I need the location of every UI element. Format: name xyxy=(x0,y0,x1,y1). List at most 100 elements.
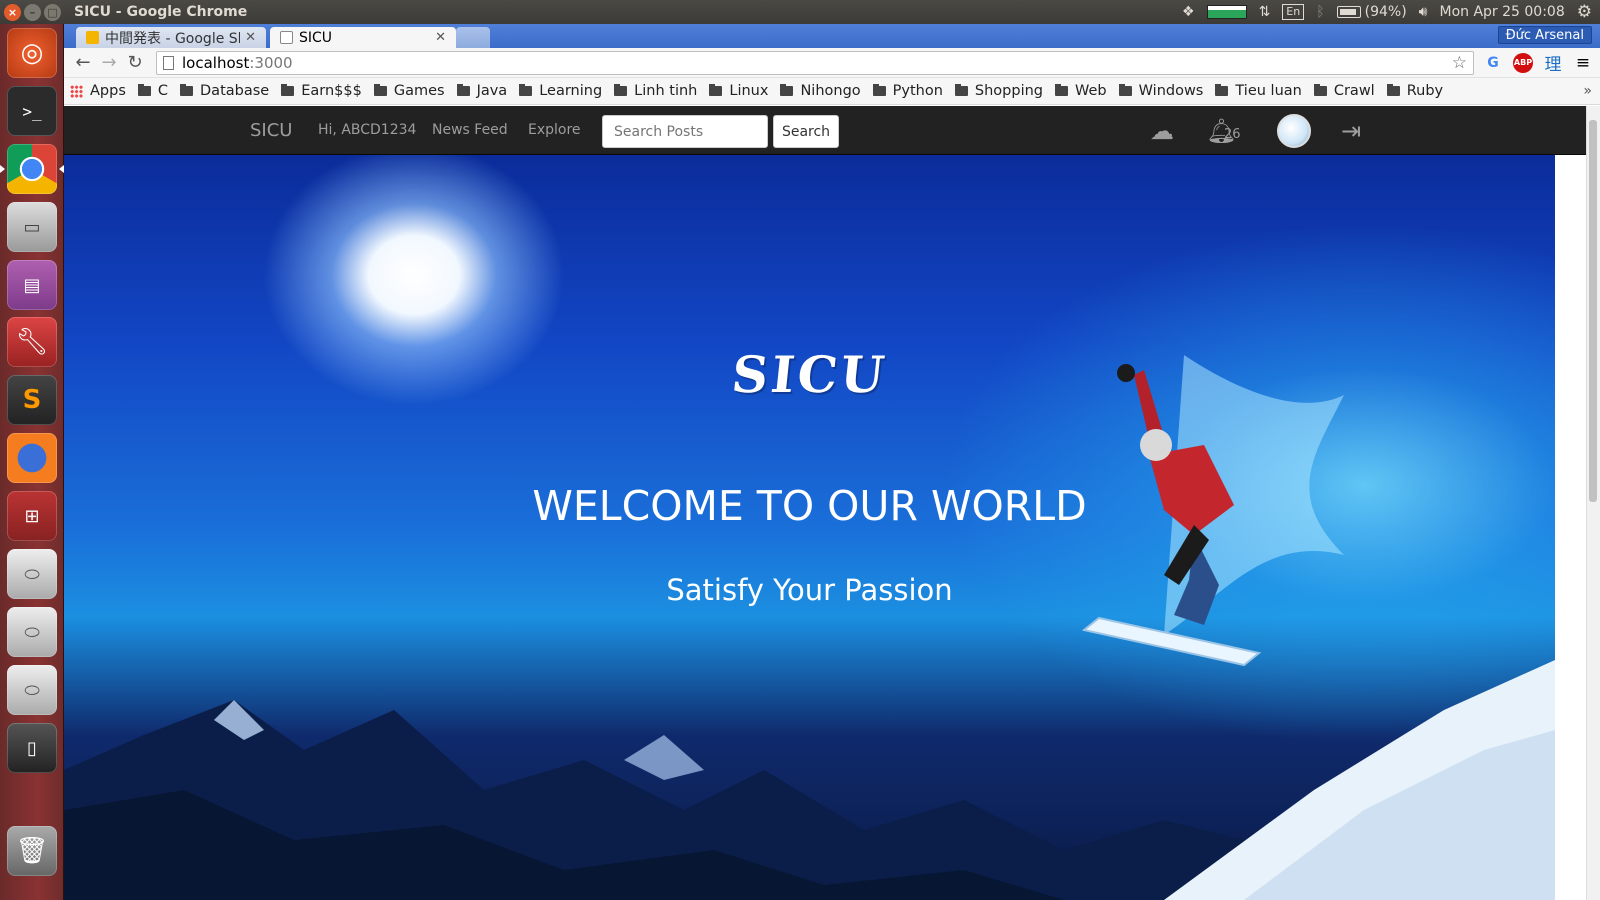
battery-indicator[interactable]: (94%) xyxy=(1336,4,1407,20)
system-settings-icon[interactable]: 🔧︎ xyxy=(7,317,57,367)
bookmark-folder[interactable]: Web xyxy=(1055,83,1107,99)
top-panel: × – □ SICU - Google Chrome ❖ ⇅ En ᛒ (94%… xyxy=(0,0,1600,24)
bookmark-folder[interactable]: Games xyxy=(373,83,445,99)
chrome-icon[interactable] xyxy=(0,144,64,194)
folder-icon xyxy=(137,84,151,96)
bookmark-folder[interactable]: Tieu luan xyxy=(1215,83,1302,99)
bookmark-folder[interactable]: Database xyxy=(180,83,269,99)
sublime-text-icon[interactable]: S xyxy=(7,375,57,425)
search-posts-input[interactable] xyxy=(602,115,768,148)
hero-banner: SICU WELCOME TO OUR WORLD Satisfy Your P… xyxy=(64,155,1555,900)
terminal-icon[interactable]: >_ xyxy=(7,86,57,136)
back-arrow-icon[interactable]: ← xyxy=(70,50,96,76)
search-button[interactable]: Search xyxy=(773,115,839,148)
logout-icon[interactable]: ⇥ xyxy=(1341,117,1361,145)
system-indicators: ❖ ⇅ En ᛒ (94%) 🔊︎ Mon Apr 25 00:08 ⚙ xyxy=(1182,0,1592,24)
folder-icon xyxy=(709,84,723,96)
apps-grid-icon xyxy=(70,84,83,98)
upload-cloud-icon[interactable]: ☁ xyxy=(1150,117,1174,145)
bookmark-folder[interactable]: Python xyxy=(872,83,943,99)
bookmark-folder[interactable]: Crawl xyxy=(1313,83,1375,99)
page-icon xyxy=(280,31,293,44)
sicu-logo: SICU xyxy=(728,345,891,404)
bookmark-folder[interactable]: Earn$$$ xyxy=(281,83,362,99)
folder-icon xyxy=(373,84,387,96)
volume-icon[interactable]: 🔊︎ xyxy=(1419,4,1428,20)
hero-tagline: Satisfy Your Passion xyxy=(666,573,953,607)
bookmark-folder[interactable]: C xyxy=(137,83,168,99)
explore-link[interactable]: Explore xyxy=(528,122,581,138)
workspace-switcher-icon[interactable]: ▤ xyxy=(7,260,57,310)
keyboard-layout-indicator[interactable]: En xyxy=(1282,4,1305,20)
folder-icon xyxy=(519,84,533,96)
tab-slides[interactable]: 中間発表 - Google Sl ✕ xyxy=(76,27,266,48)
bookmark-folder[interactable]: Linh tinh xyxy=(614,83,697,99)
network-icon[interactable]: ⇅ xyxy=(1259,4,1271,20)
folder-icon xyxy=(1118,84,1132,96)
adblock-badge: ABP xyxy=(1513,52,1533,73)
news-feed-link[interactable]: News Feed xyxy=(432,122,508,138)
files-icon[interactable]: ▭ xyxy=(7,202,57,252)
scrollbar-thumb[interactable] xyxy=(1589,120,1597,502)
profile-button[interactable]: Đức Arsenal xyxy=(1497,26,1592,44)
window-maximize-button[interactable]: □ xyxy=(44,3,61,21)
folder-icon xyxy=(180,84,194,96)
adblock-icon[interactable]: ABP xyxy=(1512,52,1534,74)
menu-icon[interactable]: ≡ xyxy=(1572,52,1594,74)
bookmark-folder[interactable]: Windows xyxy=(1118,83,1203,99)
bookmark-folder[interactable]: Ruby xyxy=(1386,83,1443,99)
star-icon[interactable]: ☆ xyxy=(1452,53,1467,73)
folder-icon xyxy=(614,84,628,96)
firefox-icon[interactable] xyxy=(7,433,57,483)
dropbox-icon[interactable]: ❖ xyxy=(1182,4,1195,20)
gear-icon[interactable]: ⚙ xyxy=(1577,2,1592,22)
bookmark-folder[interactable]: Nihongo xyxy=(780,83,861,99)
folder-icon xyxy=(1386,84,1400,96)
hero-headline: WELCOME TO OUR WORLD xyxy=(532,482,1087,530)
folder-icon xyxy=(780,84,794,96)
drive-icon[interactable]: ⬭ xyxy=(7,549,57,599)
workspaces-icon[interactable]: ⊞ xyxy=(7,491,57,541)
bookmarks-bar: Apps C Database Earn$$$ Games Java Learn… xyxy=(64,78,1600,105)
bookmark-folder[interactable]: Java xyxy=(456,83,507,99)
reload-icon[interactable]: ↻ xyxy=(122,50,148,76)
avatar[interactable] xyxy=(1277,114,1311,148)
folder-icon xyxy=(872,84,886,96)
ubuntu-dash-icon[interactable]: ◎ xyxy=(7,28,57,78)
folder-icon xyxy=(281,84,295,96)
bookmark-folder[interactable]: Linux xyxy=(709,83,768,99)
window-close-button[interactable]: × xyxy=(4,3,21,21)
bookmark-folder[interactable]: Shopping xyxy=(954,83,1043,99)
bookmark-apps[interactable]: Apps xyxy=(70,83,126,99)
tab-close-icon[interactable]: ✕ xyxy=(435,30,446,45)
unity-launcher: ◎ >_ ▭ ▤ 🔧︎ S ⊞ ⬭ ⬭ ⬭ ▯ 🗑︎ xyxy=(0,24,64,900)
window-minimize-button[interactable]: – xyxy=(24,3,41,21)
bluetooth-icon[interactable]: ᛒ xyxy=(1316,4,1324,20)
flag-icon[interactable] xyxy=(1206,5,1247,19)
folder-icon xyxy=(1055,84,1069,96)
phone-device-icon[interactable]: ▯ xyxy=(7,723,57,773)
google-translate-icon[interactable]: G xyxy=(1482,52,1504,74)
address-bar[interactable]: localhost:3000 ☆ xyxy=(156,50,1474,75)
url-port: :3000 xyxy=(249,53,293,72)
folder-icon xyxy=(456,84,470,96)
battery-icon xyxy=(1336,6,1361,18)
slides-icon xyxy=(86,31,99,44)
notification-count: 26 xyxy=(1224,127,1241,142)
dictionary-icon[interactable]: 理 xyxy=(1542,52,1564,75)
bookmark-folder[interactable]: Learning xyxy=(519,83,602,99)
browser-toolbar: ← → ↻ localhost:3000 ☆ G ABP 理 ≡ xyxy=(64,48,1600,78)
tab-sicu[interactable]: SICU ✕ xyxy=(270,27,456,48)
drive-icon[interactable]: ⬭ xyxy=(7,607,57,657)
trash-icon[interactable]: 🗑︎ xyxy=(7,826,57,876)
battery-percentage: (94%) xyxy=(1364,4,1407,20)
site-brand-link[interactable]: SICU xyxy=(250,120,292,141)
clock[interactable]: Mon Apr 25 00:08 xyxy=(1440,4,1565,20)
forward-arrow-icon[interactable]: → xyxy=(96,50,122,76)
new-tab-button[interactable] xyxy=(456,27,490,48)
bookmarks-overflow-button[interactable]: » xyxy=(1583,83,1592,99)
drive-icon[interactable]: ⬭ xyxy=(7,665,57,715)
tab-close-icon[interactable]: ✕ xyxy=(245,30,256,45)
scrollbar[interactable] xyxy=(1586,106,1600,900)
greeting-link[interactable]: Hi, ABCD1234 xyxy=(318,122,416,138)
